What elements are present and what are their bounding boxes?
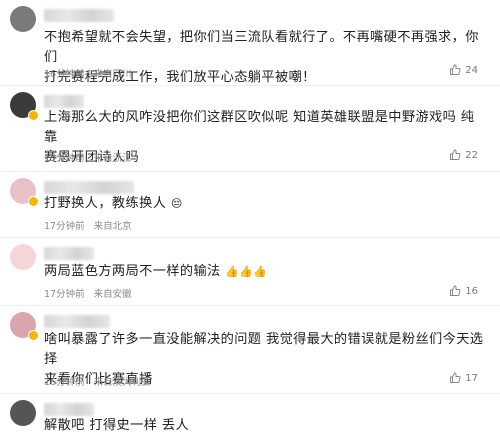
- comment-item: 上海那么大的风咋没把你们这群区吹似呢 知道英雄联盟是中野游戏吗 纯靠 赛恩开团诗…: [0, 86, 500, 172]
- like-button[interactable]: 24: [449, 64, 478, 76]
- username-blurred[interactable]: [44, 181, 134, 194]
- comment-line: 不抱希望就不会失望，把你们当三流队看就行了。不再嘴硬不再强求，你们: [44, 30, 479, 65]
- comment-location: 来自澳大利亚: [93, 377, 151, 388]
- thumbs-up-icon: [450, 285, 461, 296]
- verified-badge-icon: [28, 196, 39, 207]
- username-blurred[interactable]: [44, 403, 94, 416]
- username-blurred[interactable]: [44, 315, 110, 328]
- comment-list: 不抱希望就不会失望，把你们当三流队看就行了。不再嘴硬不再强求，你们 打完赛程完成…: [0, 0, 500, 440]
- comment-line: 两局蓝色方两局不一样的输法: [44, 264, 221, 279]
- thumbs-up-icon: [450, 372, 461, 383]
- comment-time: 17分钟前: [44, 221, 85, 232]
- username-blurred[interactable]: [44, 247, 94, 260]
- comment-text: 两局蓝色方两局不一样的输法 👍👍👍: [44, 262, 484, 282]
- username-blurred[interactable]: [44, 95, 84, 108]
- comment-location: 来自安徽: [93, 289, 132, 300]
- comment-item: 不抱希望就不会失望，把你们当三流队看就行了。不再嘴硬不再强求，你们 打完赛程完成…: [0, 0, 500, 86]
- comment-line: 解散吧 打得史一样 丢人: [44, 418, 190, 433]
- comment-meta: 17分钟前 来自安徽: [44, 286, 138, 300]
- like-button[interactable]: 16: [449, 285, 478, 297]
- comment-location: 来自北京: [93, 221, 132, 232]
- comment-time: 15分钟前: [44, 153, 85, 164]
- like-count: 24: [465, 64, 478, 76]
- avatar[interactable]: [10, 244, 36, 270]
- comment-line: 啥叫暴露了许多一直没能解决的问题 我觉得最大的错误就是粉丝们今天选择: [44, 332, 484, 367]
- verified-badge-icon: [28, 110, 39, 121]
- comment-time: 16分钟前: [44, 69, 85, 80]
- emoji: 👍👍👍: [225, 265, 268, 278]
- comment-item: 两局蓝色方两局不一样的输法 👍👍👍 17分钟前 来自安徽 16: [0, 238, 500, 306]
- comment-line: 上海那么大的风咋没把你们这群区吹似呢 知道英雄联盟是中野游戏吗 纯靠: [44, 110, 475, 145]
- thumbs-up-icon: [450, 149, 461, 160]
- like-count: 22: [465, 149, 478, 161]
- avatar[interactable]: [10, 400, 36, 426]
- comment-meta: 16分钟前 来自四川: [44, 66, 138, 80]
- comment-item: 啥叫暴露了许多一直没能解决的问题 我觉得最大的错误就是粉丝们今天选择 来看你们比…: [0, 306, 500, 394]
- like-button[interactable]: 17: [449, 372, 478, 384]
- avatar[interactable]: [10, 6, 36, 32]
- username-blurred[interactable]: [44, 9, 114, 22]
- comment-meta: 17分钟前 来自北京: [44, 218, 138, 232]
- comment-meta: 15分钟前 来自浙江: [44, 150, 138, 164]
- thumbs-up-icon: [450, 64, 461, 75]
- comment-item: 打野换人，教练换人 😔 17分钟前 来自北京: [0, 172, 500, 238]
- verified-badge-icon: [28, 330, 39, 341]
- emoji: 😔: [170, 197, 183, 210]
- like-count: 16: [465, 285, 478, 297]
- like-count: 17: [465, 372, 478, 384]
- comment-time: 17分钟前: [44, 289, 85, 300]
- comment-time: 16分钟前: [44, 377, 85, 388]
- comment-meta: 16分钟前 来自澳大利亚: [44, 374, 157, 388]
- like-button[interactable]: 22: [449, 149, 478, 161]
- comment-line: 打野换人，教练换人: [44, 196, 167, 211]
- comment-text: 解散吧 打得史一样 丢人: [44, 416, 484, 436]
- comment-text: 打野换人，教练换人 😔: [44, 194, 484, 214]
- comment-location: 来自浙江: [93, 153, 132, 164]
- comment-location: 来自四川: [93, 69, 132, 80]
- comment-item: 解散吧 打得史一样 丢人: [0, 394, 500, 440]
